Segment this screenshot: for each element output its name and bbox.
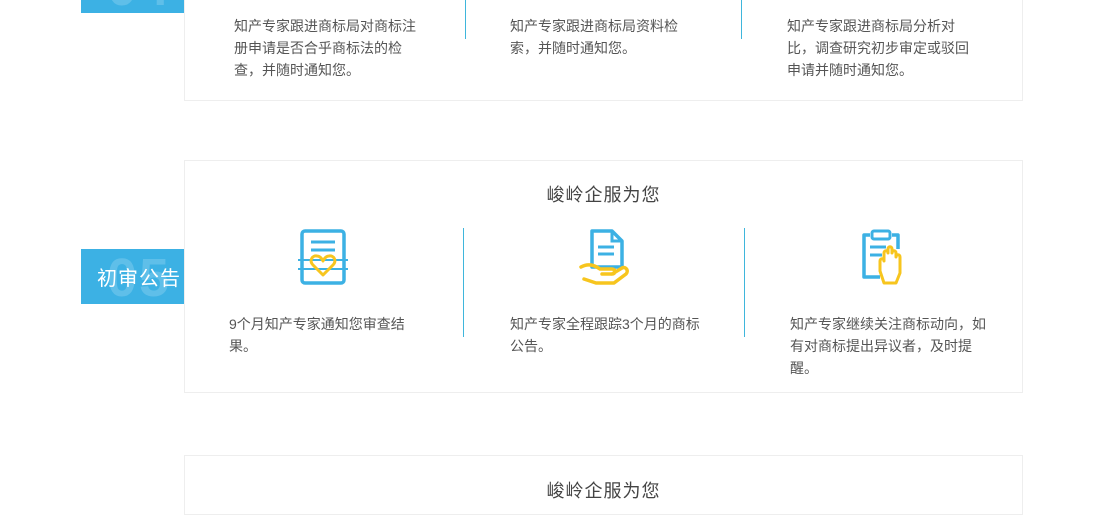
process-card-publication: 峻岭企服为您 9个月知产专家通知您审查结果。 知产专家全程跟踪3个月的商标公告。… (184, 160, 1023, 393)
card-title: 峻岭企服为您 (546, 185, 661, 205)
clipboard-hand-icon (862, 229, 902, 285)
column-divider (741, 0, 742, 39)
step-item-text: 知产专家跟进商标局分析对比，调查研究初步审定或驳回申请并随时通知您。 (787, 18, 969, 78)
step-tag-05: 05 初审公告 (81, 249, 197, 304)
hand-document-icon (579, 229, 629, 285)
column-divider (463, 228, 464, 337)
step-item-text: 知产专家全程跟踪3个月的商标公告。 (510, 316, 700, 354)
process-card-examination: 知产专家跟进商标局对商标注册申请是否合乎商标法的检查，并随时通知您。 知产专家跟… (184, 0, 1023, 101)
card-title: 峻岭企服为您 (546, 481, 661, 501)
column-divider (465, 0, 466, 39)
step-tag-04: 04 (81, 0, 197, 13)
step-label: 初审公告 (97, 268, 181, 290)
step-item-text: 知产专家跟进商标局对商标注册申请是否合乎商标法的检查，并随时通知您。 (234, 18, 416, 78)
step-item-text: 知产专家继续关注商标动向，如有对商标提出异议者，及时提醒。 (790, 316, 986, 376)
step-number: 04 (107, 0, 171, 13)
step-item-text: 知产专家跟进商标局资料检索，并随时通知您。 (510, 18, 678, 56)
process-card-next: 峻岭企服为您 (184, 455, 1023, 515)
step-item-text: 9个月知产专家通知您审查结果。 (229, 316, 405, 354)
column-divider (744, 228, 745, 337)
document-heart-icon (298, 229, 348, 285)
